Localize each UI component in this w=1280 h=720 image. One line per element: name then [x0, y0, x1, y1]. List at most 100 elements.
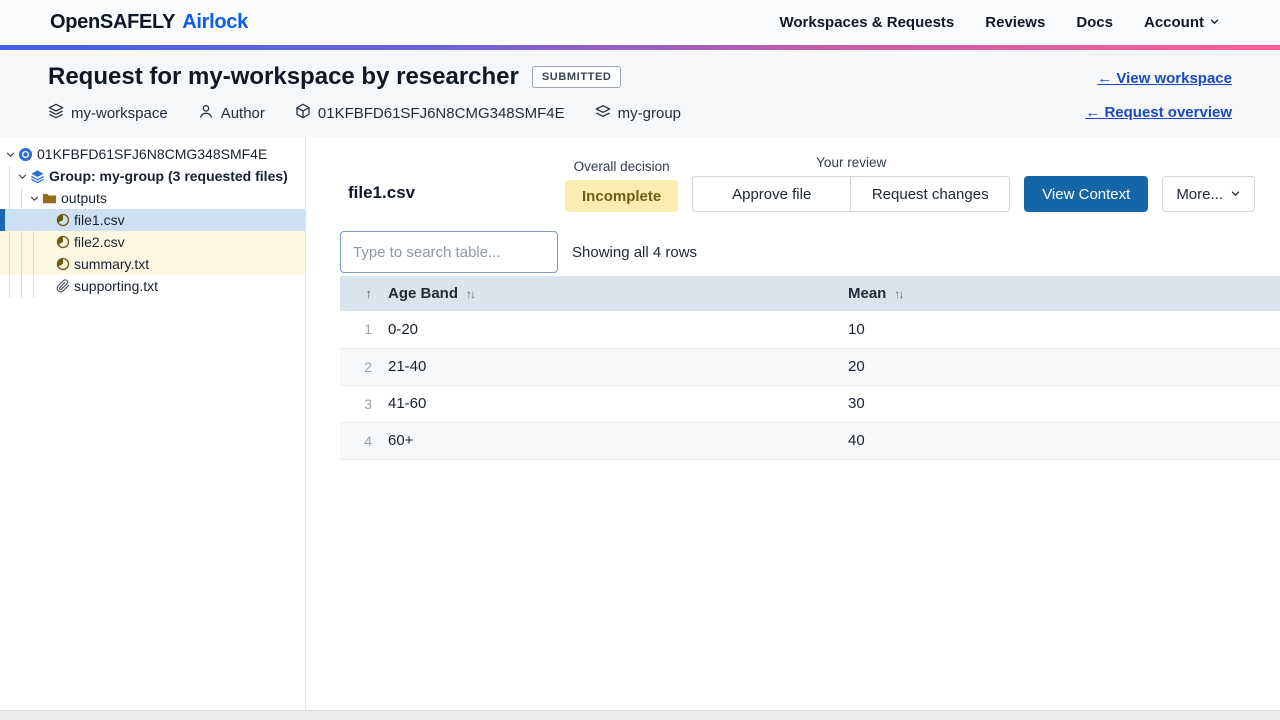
cell-age-band: 21-40	[380, 348, 840, 385]
nav-links: Workspaces & Requests Reviews Docs Accou…	[779, 14, 1220, 31]
meta-author-label: Author	[221, 105, 265, 122]
column-header-mean[interactable]: Mean ↑↓	[840, 276, 1280, 311]
view-context-button[interactable]: View Context	[1024, 176, 1148, 212]
tree-item-file1-csv[interactable]: file1.csv	[0, 209, 305, 231]
folder-icon	[42, 191, 57, 206]
cube-icon	[295, 103, 311, 123]
meta-workspace-label: my-workspace	[71, 105, 168, 122]
tree-guide	[9, 166, 10, 298]
row-number: 1	[340, 311, 380, 348]
tree-item-label: file2.csv	[74, 234, 125, 250]
your-review-group: Your review Approve file Request changes	[692, 155, 1010, 212]
meta-author: Author	[198, 103, 265, 123]
tree-item-outputs-folder[interactable]: outputs	[0, 187, 305, 209]
rows-summary: Showing all 4 rows	[572, 244, 697, 261]
request-meta: my-workspace Author 01KFBFD61SFJ6N8CMG34…	[48, 103, 681, 123]
tree-guide	[33, 210, 34, 298]
sort-icon: ↑↓	[466, 287, 474, 301]
status-badge: SUBMITTED	[532, 66, 622, 88]
tree-item-label: Group: my-group (3 requested files)	[49, 168, 288, 184]
file-review-panel: file1.csv Overall decision Incomplete Yo…	[306, 137, 1280, 711]
chevron-down-icon[interactable]	[28, 193, 40, 204]
meta-group: my-group	[595, 103, 681, 123]
nav-account[interactable]: Account	[1144, 14, 1220, 31]
tree-item-label: supporting.txt	[74, 278, 158, 294]
row-number: 2	[340, 348, 380, 385]
nav-reviews[interactable]: Reviews	[985, 14, 1045, 31]
file-status-icon	[55, 213, 70, 227]
layers-icon	[595, 103, 611, 123]
sort-ascending-icon: ↑	[366, 286, 373, 301]
overall-decision-label: Overall decision	[574, 159, 670, 174]
table-search-input[interactable]	[340, 231, 558, 273]
cell-mean: 10	[840, 311, 1280, 348]
table-row: 1 0-20 10	[340, 311, 1280, 348]
row-number-sort-header[interactable]: ↑	[340, 276, 380, 311]
brand-product: Airlock	[182, 11, 248, 33]
tree-guide	[21, 188, 22, 298]
your-review-label: Your review	[816, 155, 886, 170]
file-tree: 01KFBFD61SFJ6N8CMG348SMF4E Group: my-gro…	[0, 137, 305, 297]
nav-docs[interactable]: Docs	[1076, 14, 1113, 31]
cell-age-band: 0-20	[380, 311, 840, 348]
page-title: Request for my-workspace by researcher	[48, 63, 519, 91]
meta-workspace: my-workspace	[48, 103, 168, 123]
table-row: 2 21-40 20	[340, 348, 1280, 385]
table-toolbar: Showing all 4 rows	[340, 231, 1280, 273]
file-tree-sidebar: 01KFBFD61SFJ6N8CMG348SMF4E Group: my-gro…	[0, 137, 306, 711]
column-header-age-band[interactable]: Age Band ↑↓	[380, 276, 840, 311]
column-label: Age Band	[388, 285, 458, 302]
user-icon	[198, 103, 214, 123]
nav-workspaces-requests[interactable]: Workspaces & Requests	[779, 14, 954, 31]
tree-item-supporting-txt[interactable]: supporting.txt	[0, 275, 305, 297]
meta-request-id: 01KFBFD61SFJ6N8CMG348SMF4E	[295, 103, 565, 123]
row-number: 3	[340, 385, 380, 422]
tree-item-label: file1.csv	[74, 212, 125, 228]
data-table: ↑ Age Band ↑↓ Mean ↑↓	[340, 276, 1280, 460]
request-overview-link[interactable]: ← Request overview	[1085, 104, 1232, 121]
decision-badge: Incomplete	[565, 180, 678, 212]
chevron-down-icon[interactable]	[4, 149, 16, 160]
tree-item-request-root[interactable]: 01KFBFD61SFJ6N8CMG348SMF4E	[0, 143, 305, 165]
file-title: file1.csv	[348, 183, 415, 203]
table-row: 4 60+ 40	[340, 422, 1280, 459]
top-navbar: OpenSAFELY Airlock Workspaces & Requests …	[0, 0, 1280, 45]
table-row: 3 41-60 30	[340, 385, 1280, 422]
review-button-group: Approve file Request changes	[692, 176, 1010, 212]
tree-item-summary-txt[interactable]: summary.txt	[0, 253, 305, 275]
content-area: 01KFBFD61SFJ6N8CMG348SMF4E Group: my-gro…	[0, 137, 1280, 720]
view-workspace-link[interactable]: ← View workspace	[1097, 70, 1232, 87]
cell-age-band: 60+	[380, 422, 840, 459]
file-status-icon	[55, 257, 70, 271]
chevron-down-icon[interactable]	[16, 171, 28, 182]
paperclip-icon	[55, 279, 70, 293]
file-status-icon	[55, 235, 70, 249]
request-header: Request for my-workspace by researcher S…	[0, 50, 1280, 137]
meta-request-id-label: 01KFBFD61SFJ6N8CMG348SMF4E	[318, 105, 565, 122]
tree-item-file2-csv[interactable]: file2.csv	[0, 231, 305, 253]
tree-item-label: 01KFBFD61SFJ6N8CMG348SMF4E	[37, 146, 267, 162]
overall-decision-group: Overall decision Incomplete	[565, 159, 678, 212]
chevron-down-icon	[1209, 14, 1220, 31]
tree-item-group[interactable]: Group: my-group (3 requested files)	[0, 165, 305, 187]
nav-account-label: Account	[1144, 14, 1204, 31]
cell-age-band: 41-60	[380, 385, 840, 422]
layers-icon	[48, 103, 64, 123]
tree-item-label: outputs	[61, 190, 107, 206]
file-header: file1.csv Overall decision Incomplete Yo…	[324, 137, 1280, 212]
cell-mean: 40	[840, 422, 1280, 459]
group-layers-icon	[30, 169, 45, 184]
tree-item-label: summary.txt	[74, 256, 149, 272]
more-actions-label: More...	[1176, 186, 1223, 203]
more-actions-button[interactable]: More...	[1162, 176, 1255, 212]
brand-logo[interactable]: OpenSAFELY Airlock	[50, 11, 248, 34]
column-label: Mean	[848, 285, 886, 302]
table-header-row: ↑ Age Band ↑↓ Mean ↑↓	[340, 276, 1280, 311]
cell-mean: 20	[840, 348, 1280, 385]
cell-mean: 30	[840, 385, 1280, 422]
brand-name: OpenSAFELY	[50, 11, 175, 33]
approve-file-button[interactable]: Approve file	[692, 176, 851, 212]
meta-group-label: my-group	[618, 105, 681, 122]
chevron-down-icon	[1230, 186, 1241, 203]
request-changes-button[interactable]: Request changes	[851, 176, 1010, 212]
